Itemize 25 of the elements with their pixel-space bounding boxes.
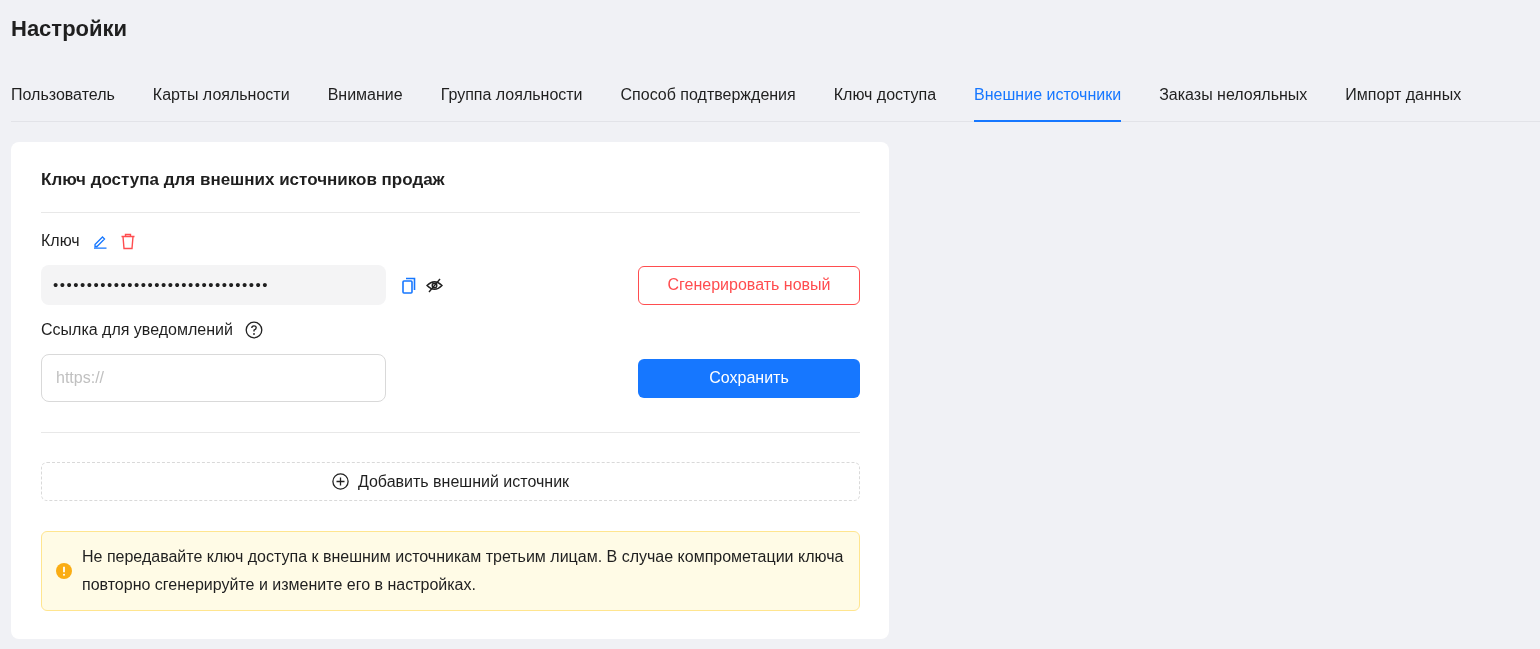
delete-icon[interactable]: [119, 232, 136, 250]
warning-text: Не передавайте ключ доступа к внешним источникам третьим лицам. В случае компрометации ключа повторно сгенерируйте и измените его в настройках.: [82, 547, 845, 595]
page-title: Настройки: [11, 15, 129, 43]
webhook-url-field[interactable]: https://: [41, 354, 386, 402]
save-button[interactable]: Сохранить: [638, 358, 860, 398]
tab[interactable]: Внешние источники: [974, 84, 1122, 122]
tab[interactable]: Способ подтверждения: [620, 84, 796, 122]
key-field[interactable]: ••••••••••••••••••••••••••••••••: [41, 265, 386, 305]
tab[interactable]: Внимание: [327, 84, 403, 122]
edit-icon[interactable]: [91, 233, 108, 249]
card-title: Ключ доступа для внешних источников продаж: [41, 169, 446, 191]
eye-slash-icon[interactable]: [426, 277, 443, 293]
webhook-label: Ссылка для уведомлений: [41, 321, 233, 339]
tab[interactable]: Импорт данных: [1345, 84, 1462, 122]
tab[interactable]: Группа лояльности: [440, 84, 583, 122]
key-label: Ключ: [41, 232, 80, 250]
add-source-button[interactable]: Добавить внешний источник: [41, 462, 860, 501]
warning-icon: [56, 563, 72, 579]
tab[interactable]: Пользователь: [11, 84, 115, 122]
help-icon[interactable]: [244, 321, 263, 339]
tab[interactable]: Ключ доступа: [833, 84, 937, 122]
tab[interactable]: Карты лояльности: [152, 84, 290, 122]
plus-circle-icon: [331, 473, 349, 490]
copy-icon[interactable]: [402, 276, 416, 294]
tab[interactable]: Заказы нелояльных: [1159, 84, 1308, 122]
